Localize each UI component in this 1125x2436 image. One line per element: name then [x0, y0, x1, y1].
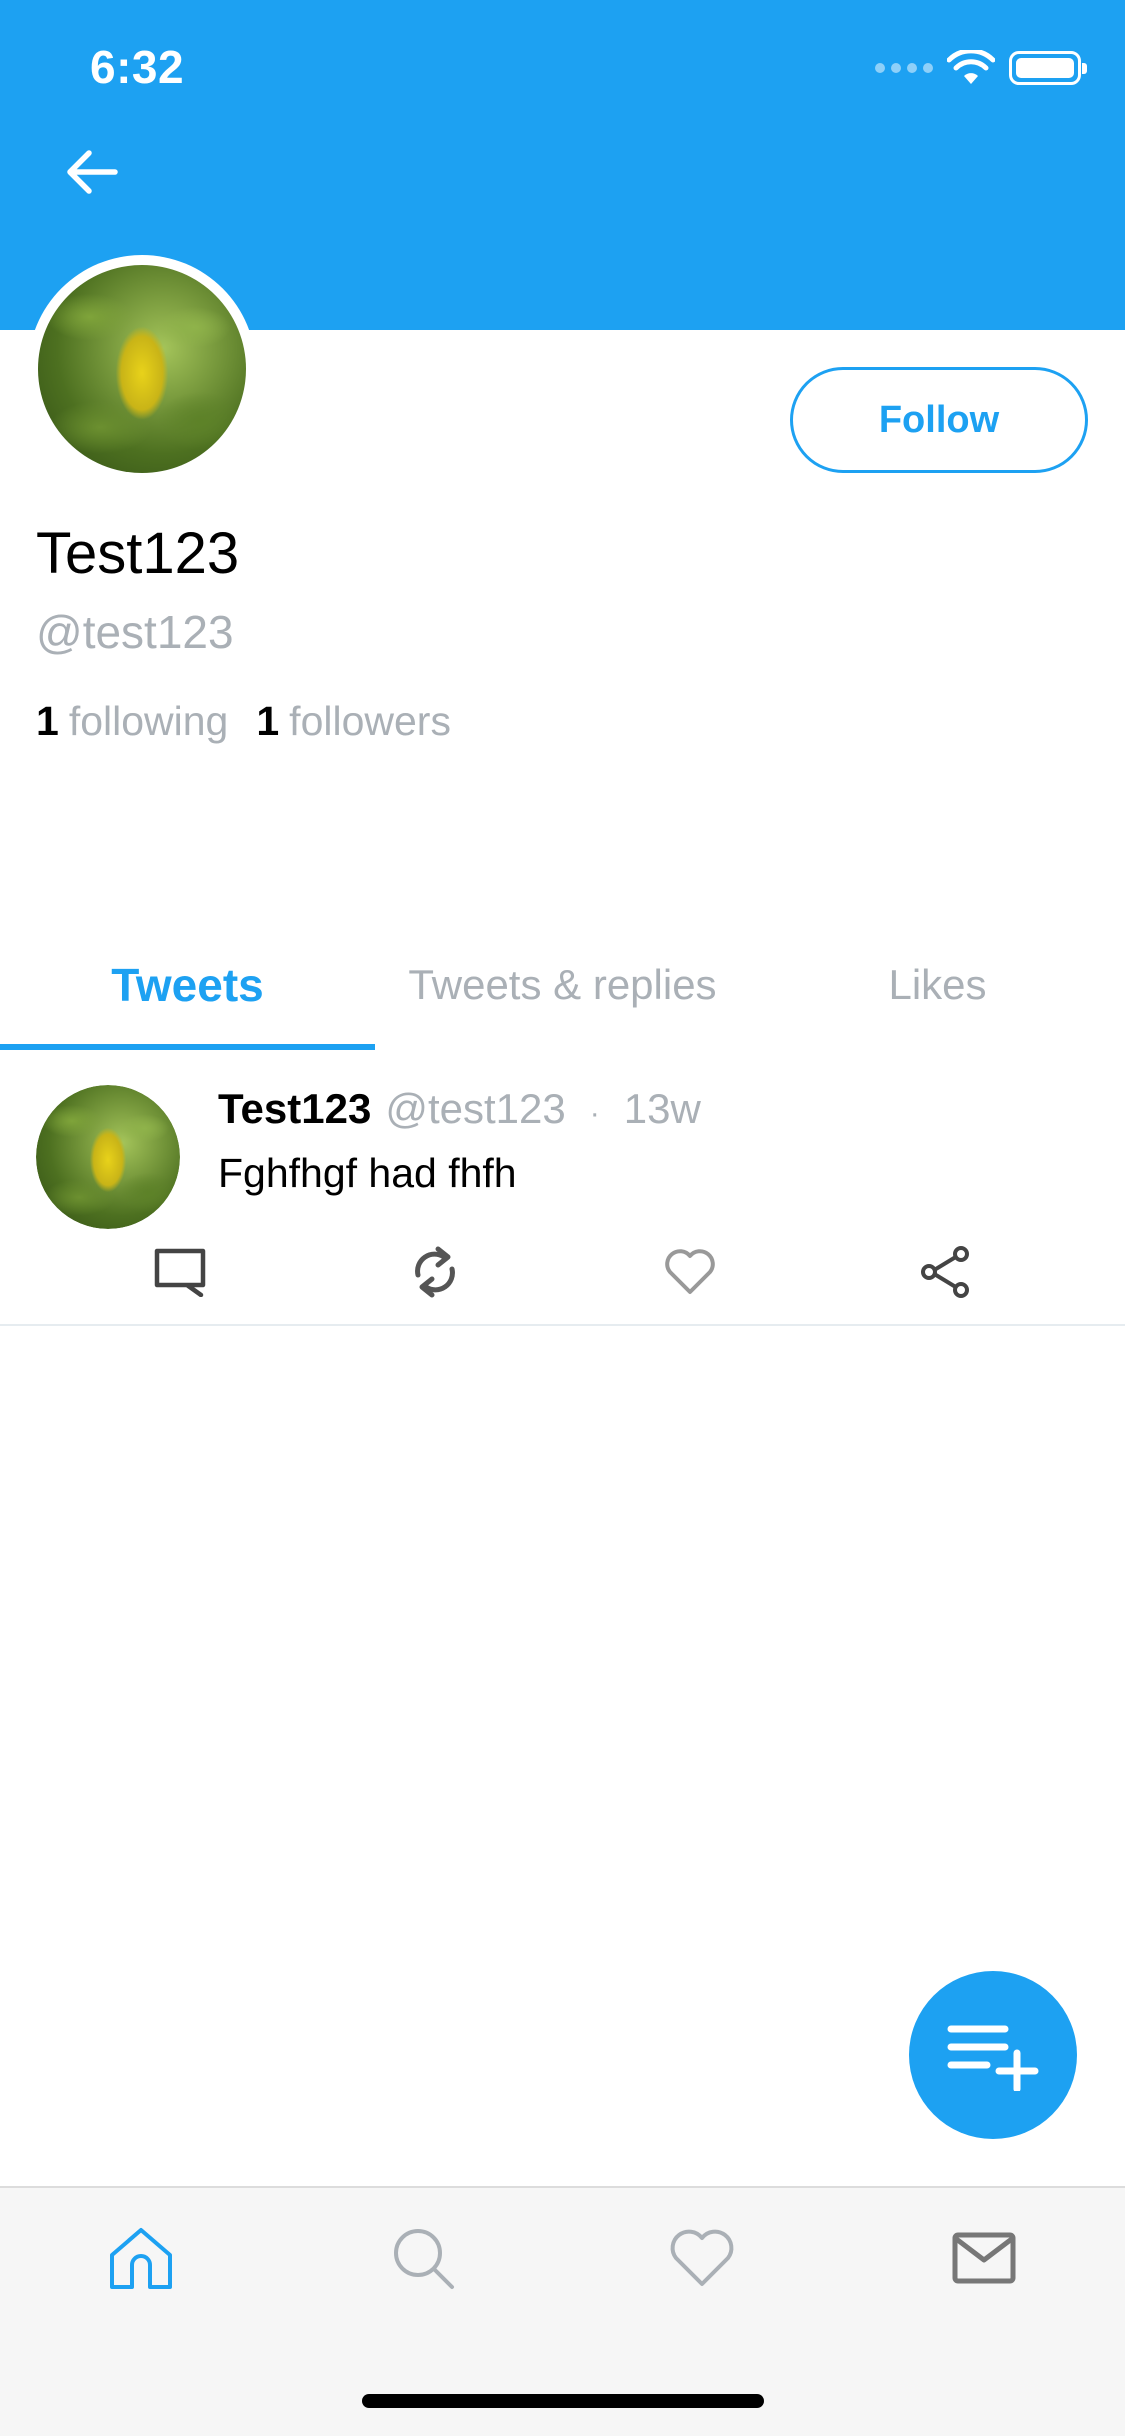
compose-tweet-button[interactable] [909, 1971, 1077, 2139]
compose-list-plus-icon [947, 2025, 1039, 2091]
heart-icon [670, 2229, 734, 2286]
follow-button[interactable]: Follow [790, 367, 1088, 473]
avatar-image [38, 265, 246, 473]
followers-count: 1 [256, 698, 280, 744]
tabbar-home[interactable] [101, 2218, 181, 2298]
status-indicators [875, 50, 1087, 86]
tweet-author-handle: @test123 [385, 1085, 566, 1132]
following-count: 1 [36, 698, 59, 744]
profile-stats: 1 following 1 followers [36, 698, 451, 745]
tweet-text: Fghfhgf had fhfh [218, 1150, 517, 1196]
tweet-timestamp: 13w [623, 1085, 701, 1132]
retweet-icon [415, 1246, 455, 1298]
tab-tweets[interactable]: Tweets [0, 920, 375, 1050]
tabbar-notifications[interactable] [662, 2218, 742, 2298]
tabbar-search[interactable] [383, 2218, 463, 2298]
profile-handle: @test123 [36, 606, 234, 658]
back-button[interactable] [60, 140, 124, 204]
tweet-actions [0, 1240, 1125, 1310]
followers-label: followers [289, 698, 451, 744]
retweet-button[interactable] [403, 1240, 467, 1304]
signal-icon [875, 63, 933, 73]
followers-stat[interactable]: 1 followers [256, 698, 451, 745]
profile-name: Test123 [36, 521, 240, 586]
share-button[interactable] [913, 1240, 977, 1304]
like-button[interactable] [658, 1240, 722, 1304]
avatar-image [36, 1085, 180, 1229]
tweet-separator: · [589, 1097, 600, 1130]
tweet-author-name: Test123 [218, 1085, 372, 1132]
mail-icon [952, 2232, 1016, 2284]
tweet-header: Test123 @test123 · 13w [218, 1085, 701, 1133]
tweet-item[interactable]: Test123 @test123 · 13w Fghfhgf had fhfh [0, 1050, 1125, 1326]
battery-icon [1009, 51, 1087, 85]
status-time: 6:32 [90, 41, 185, 93]
profile-tabs: Tweets Tweets & replies Likes [0, 920, 1125, 1050]
following-stat[interactable]: 1 following [36, 698, 228, 745]
share-icon [921, 1246, 969, 1298]
home-icon [110, 2228, 172, 2289]
tab-tweets-and-replies[interactable]: Tweets & replies [375, 920, 750, 1050]
tweet-avatar[interactable] [36, 1085, 180, 1229]
reply-button[interactable] [148, 1240, 212, 1304]
heart-icon [665, 1249, 715, 1294]
home-indicator [362, 2394, 764, 2408]
tabbar-messages[interactable] [944, 2218, 1024, 2298]
search-icon [394, 2229, 454, 2289]
profile-avatar[interactable] [28, 255, 256, 483]
tab-likes[interactable]: Likes [750, 920, 1125, 1050]
back-arrow-icon [67, 150, 118, 194]
following-label: following [68, 698, 229, 744]
wifi-icon [947, 50, 995, 84]
reply-icon [154, 1248, 206, 1297]
